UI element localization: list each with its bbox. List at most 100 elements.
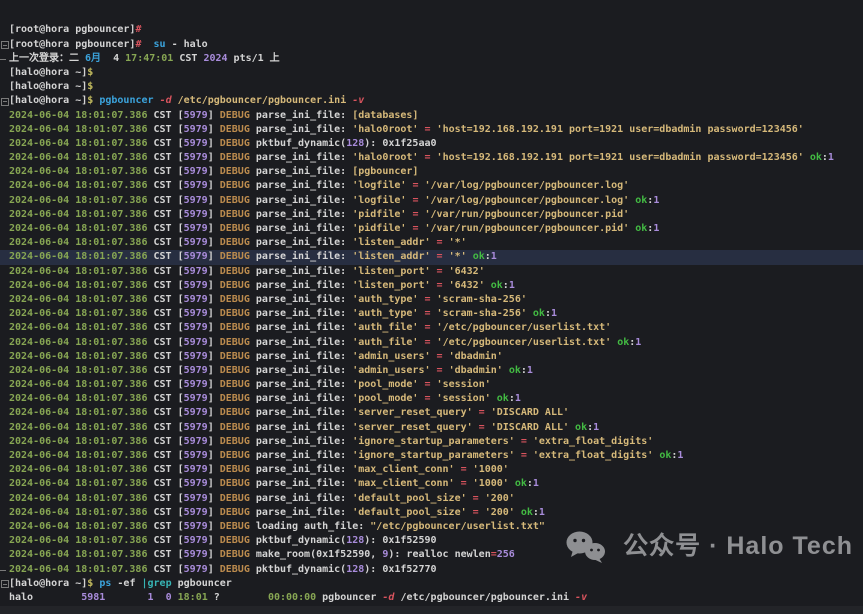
text-segment: 1 [515, 393, 521, 404]
text-segment: 1 [527, 365, 533, 376]
text-segment: DEBUG [220, 266, 250, 277]
text-segment: 5979 [184, 379, 208, 390]
text-segment: 5979 [184, 407, 208, 418]
text-segment: '*' [449, 237, 467, 248]
text-segment: 1 [491, 251, 497, 262]
fold-collapse-icon[interactable] [1, 580, 9, 588]
text-segment: DEBUG [220, 493, 250, 504]
text-segment: 2024-06-04 18:01:07.386 [9, 294, 147, 305]
text-segment: 'auth_file' [352, 337, 418, 348]
text-segment: ] [208, 493, 220, 504]
text-segment: make_room(0x1f52590, [256, 549, 382, 560]
text-segment: ] [208, 436, 220, 447]
text-segment: DEBUG [220, 450, 250, 461]
text-segment: ok [635, 195, 647, 206]
text-segment: 5979 [184, 223, 208, 234]
text-segment: parse_ini_file: [256, 209, 352, 220]
text-segment: 'server_reset_query' [352, 407, 472, 418]
text-segment: ] [208, 422, 220, 433]
text-segment: 2024-06-04 18:01:07.386 [9, 521, 147, 532]
text-segment: parse_ini_file: [256, 393, 352, 404]
terminal-line: 2024-06-04 18:01:07.386 CST [5979] DEBUG… [0, 165, 863, 179]
terminal-line: 2024-06-04 18:01:07.386 CST [5979] DEBUG… [0, 350, 863, 364]
text-segment: 'dbadmin' [449, 351, 503, 362]
text-segment: 'scram-sha-256' [437, 294, 527, 305]
text-segment: 2024-06-04 18:01:07.386 [9, 152, 147, 163]
text-segment: 'listen_addr' [352, 251, 430, 262]
text-segment: ] [208, 138, 220, 149]
text-segment: 2024-06-04 18:01:07.386 [9, 180, 147, 191]
text-segment: [databases] [352, 110, 418, 121]
text-segment: - halo [166, 39, 208, 50]
text-segment: parse_ini_file: [256, 507, 352, 518]
text-segment: 'halo0root' [352, 124, 418, 135]
text-segment: ] [208, 549, 220, 560]
text-segment: [halo@hora ~] [9, 67, 87, 78]
text-segment: 'DISCARD ALL' [491, 407, 569, 418]
text-segment: 'admin_users' [352, 351, 430, 362]
fold-collapse-icon[interactable] [1, 41, 9, 49]
terminal-line: 2024-06-04 18:01:07.386 CST [5979] DEBUG… [0, 449, 863, 463]
text-segment: 256 [497, 549, 515, 560]
text-segment: parse_ini_file: [256, 280, 352, 291]
text-segment: 2024-06-04 18:01:07.386 [9, 450, 147, 461]
text-segment: 5979 [184, 464, 208, 475]
text-segment: 5979 [184, 549, 208, 560]
text-segment: 'pool_mode' [352, 379, 418, 390]
text-segment: 'default_pool_size' [352, 507, 466, 518]
text-segment: CST [ [147, 124, 183, 135]
text-segment: ok [509, 365, 521, 376]
text-segment: CST [ [147, 294, 183, 305]
terminal-line: 2024-06-04 18:01:07.386 CST [5979] DEBUG… [0, 151, 863, 165]
text-segment: 'default_pool_size' [352, 493, 466, 504]
text-segment: 5979 [184, 478, 208, 489]
fold-collapse-icon[interactable] [1, 98, 9, 106]
watermark: 公众号 · Halo Tech [566, 501, 853, 592]
text-segment: 5979 [184, 422, 208, 433]
text-segment: 'listen_port' [352, 280, 430, 291]
text-segment: DEBUG [220, 337, 250, 348]
text-segment: 2024-06-04 18:01:07.386 [9, 280, 147, 291]
text-segment: 5979 [184, 436, 208, 447]
text-segment: DEBUG [220, 180, 250, 191]
text-segment: ): 0x1f52770 [364, 564, 436, 575]
text-segment: pgbouncer [172, 578, 232, 589]
text-segment: 2024-06-04 18:01:07.386 [9, 464, 147, 475]
text-segment: ] [208, 110, 220, 121]
text-segment: 5979 [184, 195, 208, 206]
text-segment: '200' [485, 493, 515, 504]
text-segment: 5979 [184, 564, 208, 575]
text-segment: 'logfile' [352, 195, 406, 206]
text-segment: pts/1 上 [228, 53, 280, 64]
text-segment: DEBUG [220, 521, 250, 532]
text-segment: DEBUG [220, 223, 250, 234]
text-segment: CST [ [147, 493, 183, 504]
text-segment: 'session' [437, 379, 491, 390]
text-segment: ] [208, 180, 220, 191]
terminal-line: [halo@hora ~]$ [0, 80, 863, 94]
text-segment: loading auth_file: [256, 521, 370, 532]
text-segment: 2024-06-04 18:01:07.386 [9, 507, 147, 518]
terminal-line: halo 5988 5916 0 18:01 pts/0 00:00:00 gr… [0, 605, 863, 606]
text-segment: |grep [142, 578, 172, 589]
text-segment: ? [208, 592, 268, 603]
text-segment: 2024-06-04 18:01:07.386 [9, 166, 147, 177]
text-segment [154, 592, 166, 603]
text-segment: 5979 [184, 180, 208, 191]
text-segment: 17:47:01 [125, 53, 173, 64]
text-segment: DEBUG [220, 478, 250, 489]
terminal-screen[interactable]: [root@hora pgbouncer]#[root@hora pgbounc… [0, 0, 863, 606]
text-segment: 1 [653, 223, 659, 234]
text-segment: 2024-06-04 18:01:07.386 [9, 308, 147, 319]
text-segment: parse_ini_file: [256, 450, 352, 461]
text-segment: 5979 [184, 251, 208, 262]
text-segment: CST [ [147, 535, 183, 546]
text-segment: 1 [653, 195, 659, 206]
text-segment: parse_ini_file: [256, 166, 352, 177]
text-segment: 'pool_mode' [352, 393, 418, 404]
text-segment: DEBUG [220, 322, 250, 333]
text-segment: pgbouncer [316, 592, 382, 603]
text-segment: CST [ [147, 337, 183, 348]
text-segment: CST [ [147, 549, 183, 560]
text-segment: 5979 [184, 166, 208, 177]
